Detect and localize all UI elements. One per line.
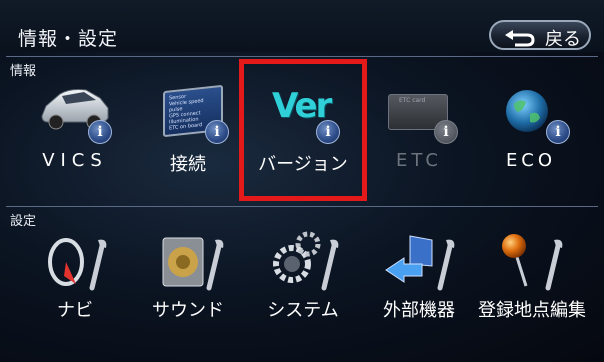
info-item-connection[interactable]: Sensor Vehicle speed pulse GPS connect I… bbox=[135, 78, 241, 178]
info-item-eco[interactable]: i ECO bbox=[478, 78, 584, 178]
section-label-info: 情報 bbox=[10, 64, 37, 79]
back-arrow-icon bbox=[505, 30, 535, 47]
settings-item-label: 登録地点編集 bbox=[478, 300, 586, 321]
section-divider-settings bbox=[6, 206, 598, 207]
etc-card-text: ETC card bbox=[399, 97, 426, 104]
settings-item-label: システム bbox=[267, 300, 339, 321]
info-item-label: ETC bbox=[396, 150, 442, 171]
page-title: 情報・設定 bbox=[18, 28, 119, 50]
settings-item-system[interactable]: システム bbox=[250, 226, 356, 326]
info-item-label: ECO bbox=[505, 150, 557, 171]
back-button[interactable]: 戻る bbox=[489, 20, 591, 50]
settings-item-label: ナビ bbox=[57, 300, 93, 321]
settings-item-external[interactable]: 外部機器 bbox=[366, 226, 472, 326]
back-button-label: 戻る bbox=[545, 29, 581, 50]
speaker-icon bbox=[162, 237, 224, 291]
settings-item-label: サウンド bbox=[152, 300, 224, 321]
info-badge-icon: i bbox=[546, 120, 570, 144]
info-badge-icon: i bbox=[434, 120, 458, 144]
info-item-etc: ETC card i ETC bbox=[366, 78, 472, 178]
section-divider-info bbox=[6, 56, 598, 57]
selection-highlight bbox=[239, 59, 367, 201]
info-item-label: VICS bbox=[42, 150, 108, 171]
globe-icon bbox=[506, 90, 548, 132]
settings-item-sound[interactable]: サウンド bbox=[135, 226, 241, 326]
settings-item-registered-points[interactable]: 登録地点編集 bbox=[478, 226, 586, 326]
gears-icon bbox=[273, 231, 339, 291]
navi-compass-icon bbox=[48, 238, 107, 291]
map-pin-icon bbox=[502, 234, 563, 291]
info-badge-icon: i bbox=[205, 120, 229, 144]
info-item-vics[interactable]: i VICS bbox=[22, 78, 128, 178]
info-badge-icon: i bbox=[88, 120, 112, 144]
external-device-icon bbox=[385, 235, 455, 291]
settings-item-navi[interactable]: ナビ bbox=[22, 226, 128, 326]
info-item-label: 接続 bbox=[170, 154, 206, 175]
settings-item-label: 外部機器 bbox=[383, 300, 455, 321]
